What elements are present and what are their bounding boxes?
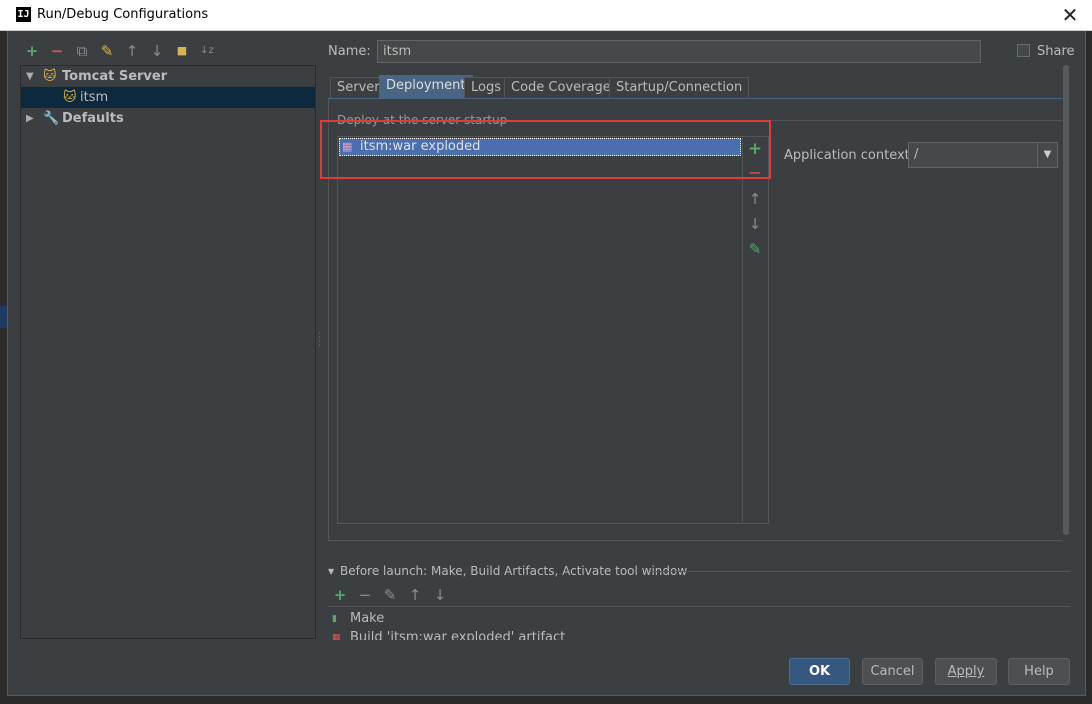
sort-icon[interactable]: ↓z <box>197 41 217 61</box>
collapsed-arrow-icon[interactable]: ▶ <box>26 108 34 129</box>
remove-configuration-icon[interactable]: − <box>47 41 67 61</box>
make-icon: ▮ <box>332 614 337 624</box>
wrench-icon: 🔧 <box>43 111 60 126</box>
cancel-button[interactable]: Cancel <box>862 658 923 685</box>
deploy-list[interactable] <box>337 136 743 524</box>
tab-code-coverage[interactable]: Code Coverage <box>504 77 618 99</box>
title-bar: IJ Run/Debug Configurations ✕ <box>0 0 1092 31</box>
splitter-handle[interactable]: · · · · <box>318 330 321 351</box>
move-up-icon[interactable]: ↑ <box>122 41 142 61</box>
close-icon[interactable]: ✕ <box>1058 2 1082 28</box>
tree-item-itsm[interactable]: 🐱 itsm <box>21 87 315 108</box>
add-task-icon[interactable]: + <box>330 585 350 605</box>
configuration-tree: ▼ 🐱 Tomcat Server 🐱 itsm ▶ 🔧 Defaults <box>20 65 316 639</box>
share-label: Share <box>1037 44 1075 59</box>
tomcat-icon: 🐱 <box>63 90 77 105</box>
tab-deployment[interactable]: Deployment <box>379 75 473 99</box>
name-label: Name: <box>328 44 371 59</box>
application-context-combo[interactable]: / ▼ <box>908 142 1058 168</box>
folder-icon[interactable]: ■ <box>172 41 192 61</box>
tree-item-label: Defaults <box>62 111 124 126</box>
edit-defaults-icon[interactable]: ✎ <box>97 41 117 61</box>
remove-task-icon[interactable]: − <box>355 585 375 605</box>
scrollbar-thumb[interactable] <box>1063 65 1069 535</box>
move-up-icon[interactable]: ↑ <box>405 585 425 605</box>
intellij-icon: IJ <box>16 7 31 22</box>
move-down-icon[interactable]: ↓ <box>430 585 450 605</box>
tab-logs[interactable]: Logs <box>464 77 508 99</box>
tree-item-tomcat-server[interactable]: ▼ 🐱 Tomcat Server <box>21 66 315 87</box>
background-window-edge <box>0 306 7 328</box>
tree-item-defaults[interactable]: ▶ 🔧 Defaults <box>21 108 315 129</box>
before-launch-divider <box>650 571 1070 572</box>
tree-item-label: itsm <box>80 90 109 105</box>
edit-artifact-icon[interactable]: ✎ <box>745 239 765 259</box>
annotation-highlight-box <box>320 120 771 179</box>
window-title: Run/Debug Configurations <box>37 7 209 22</box>
copy-configuration-icon[interactable]: ⧉ <box>72 41 92 61</box>
collapse-arrow-icon[interactable]: ▼ <box>328 567 334 576</box>
tomcat-icon: 🐱 <box>43 69 57 84</box>
edit-task-icon[interactable]: ✎ <box>380 585 400 605</box>
ok-button[interactable]: OK <box>789 658 850 685</box>
list-item-label: Build 'itsm:war exploded' artifact <box>350 630 566 640</box>
chevron-down-icon[interactable]: ▼ <box>1037 143 1057 167</box>
help-button[interactable]: Help <box>1008 658 1070 685</box>
add-configuration-icon[interactable]: + <box>22 41 42 61</box>
name-input[interactable]: itsm <box>377 40 981 63</box>
tab-startup-connection[interactable]: Startup/Connection <box>609 77 750 99</box>
apply-button[interactable]: Apply <box>935 658 997 685</box>
expanded-arrow-icon[interactable]: ▼ <box>26 66 34 87</box>
share-checkbox[interactable] <box>1017 44 1030 57</box>
artifact-icon: ▦ <box>332 633 341 640</box>
move-up-icon[interactable]: ↑ <box>745 189 765 209</box>
vertical-scrollbar[interactable] <box>1062 65 1070 562</box>
move-down-icon[interactable]: ↓ <box>147 41 167 61</box>
tree-item-label: Tomcat Server <box>62 69 168 84</box>
application-context-value: / <box>914 147 919 162</box>
application-context-label: Application context: <box>784 148 915 163</box>
move-down-icon[interactable]: ↓ <box>745 214 765 234</box>
before-launch-list: ▮ Make ▦ Build 'itsm:war exploded' artif… <box>328 606 1070 640</box>
list-item-label: Make <box>350 611 385 626</box>
before-launch-title: Before launch: Make, Build Artifacts, Ac… <box>340 564 688 578</box>
